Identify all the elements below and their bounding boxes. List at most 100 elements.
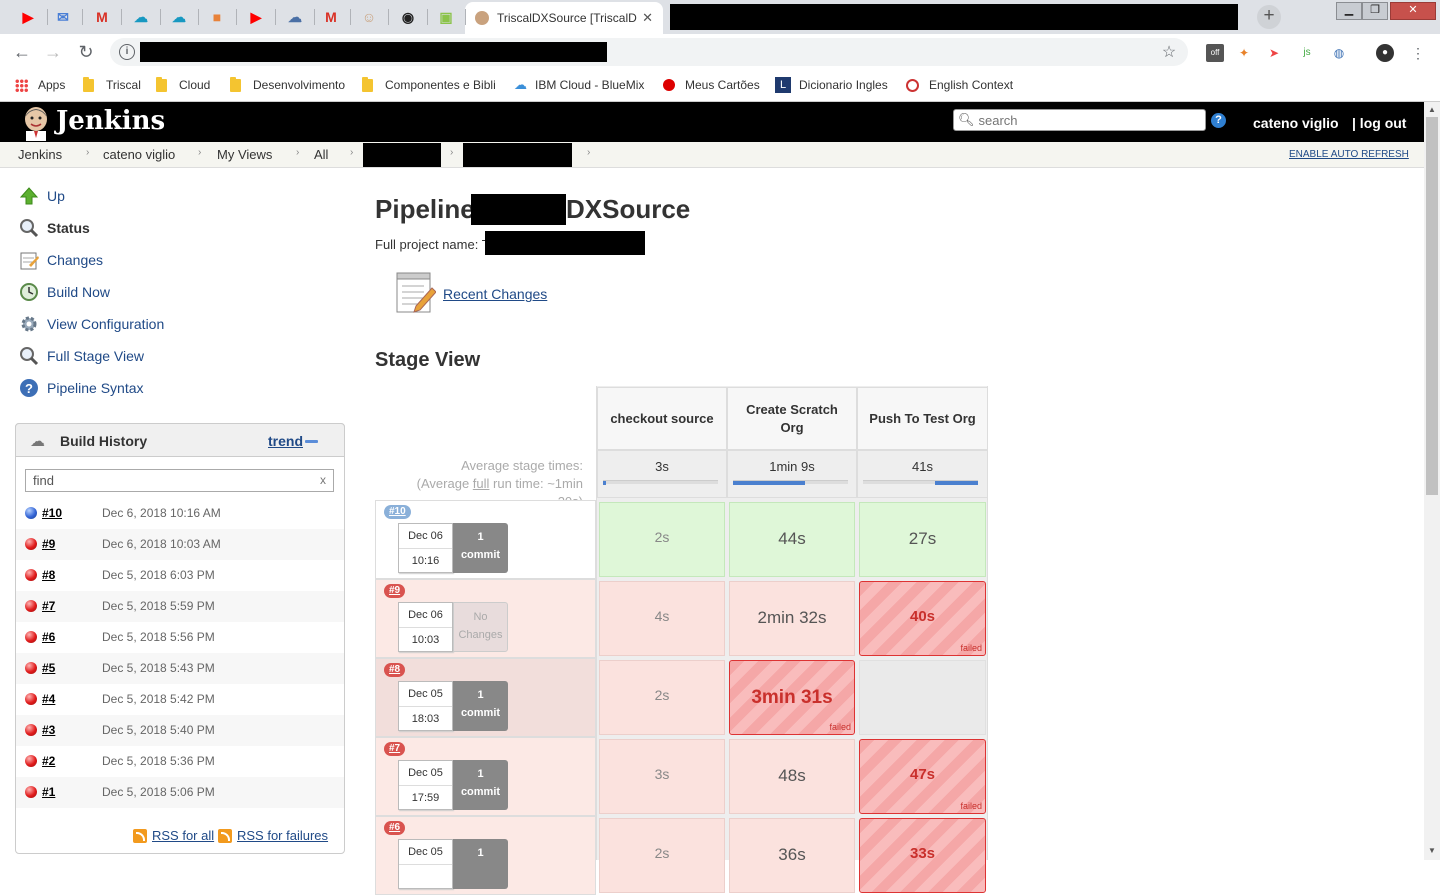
breadcrumb-my-views[interactable]: My Views [217,147,272,162]
build-badge-link[interactable]: #7 [384,742,406,756]
task-build-now[interactable]: Build Now [18,280,110,304]
build-date[interactable]: Dec 5, 2018 5:40 PM [102,723,215,737]
run-row[interactable]: #6 Dec 05 1 [375,816,596,895]
build-badge-link[interactable]: #10 [384,505,411,519]
stage-cell[interactable]: 44s [729,502,855,577]
globe-icon[interactable]: ◍ [1330,44,1348,62]
metamask-icon[interactable]: ✦ [1235,44,1253,62]
build-date[interactable]: Dec 5, 2018 5:56 PM [102,630,215,644]
build-badge-link[interactable]: #6 [384,821,406,835]
stage-cell[interactable]: 2s [599,502,725,577]
rss-all-link[interactable]: RSS for all [133,828,214,843]
run-row[interactable]: #8 Dec 05 18:03 1 commit [375,658,596,737]
bookmark-triscal[interactable]: Triscal [83,76,141,94]
build-number-link[interactable]: #9 [42,537,55,551]
pinned-tab[interactable]: ☁ [167,4,191,30]
pinned-tab[interactable]: M [90,4,114,30]
pinned-tab[interactable]: ▶ [244,4,268,30]
task-up[interactable]: Up [18,184,65,208]
logout-link[interactable]: | log out [1352,115,1406,131]
active-tab[interactable]: TriscalDXSource [TriscalD ✕ [465,2,663,34]
bookmark-apps[interactable]: Apps [15,76,65,94]
bookmark-componentes-e-bibli[interactable]: Componentes e Bibli [362,76,496,94]
bookmark-english-context[interactable]: English Context [906,76,1013,94]
help-icon[interactable]: ? [1211,113,1226,128]
task-status[interactable]: Status [18,216,90,240]
new-tab-button[interactable]: + [1257,5,1281,29]
run-changes[interactable]: 1 [453,839,508,889]
build-number-link[interactable]: #3 [42,723,55,737]
build-number-link[interactable]: #6 [42,630,55,644]
trend-link[interactable]: trend [268,433,303,449]
menu-dots-icon[interactable]: ⋮ [1409,44,1427,62]
search-box[interactable]: 🔍︎ [953,109,1206,131]
jenkins-brand[interactable]: Jenkins [56,106,165,136]
maximize-button[interactable]: ❐ [1362,2,1388,20]
build-date[interactable]: Dec 5, 2018 5:42 PM [102,692,215,706]
scroll-down-icon[interactable]: ▼ [1428,846,1436,855]
close-tab-icon[interactable]: ✕ [642,10,653,26]
build-date[interactable]: Dec 5, 2018 5:43 PM [102,661,215,675]
back-icon[interactable]: ← [12,42,32,63]
stage-cell[interactable]: 33s [859,818,986,893]
bookmark-dicionario-ingles[interactable]: L Dicionario Ingles [775,76,888,94]
stage-cell[interactable]: 4s [599,581,725,656]
stage-cell[interactable]: 48s [729,739,855,814]
stage-cell[interactable]: 2s [599,818,725,893]
build-number-link[interactable]: #2 [42,754,55,768]
jenkins-logo-icon[interactable] [20,105,52,141]
build-number-link[interactable]: #1 [42,785,55,799]
build-date[interactable]: Dec 5, 2018 6:03 PM [102,568,215,582]
stage-cell[interactable]: 36s [729,818,855,893]
stage-cell[interactable]: 2min 32s [729,581,855,656]
recent-changes-link[interactable]: Recent Changes [443,286,547,302]
pinned-tab[interactable]: M [319,4,343,30]
avg-full-link[interactable]: full [473,476,490,491]
bookmark-meus-cart-es[interactable]: Meus Cartões [663,76,760,94]
bookmark-ibm-cloud-bluemix[interactable]: ☁ IBM Cloud - BlueMix [514,76,644,94]
user-link[interactable]: cateno viglio [1253,115,1339,131]
scroll-up-icon[interactable]: ▲ [1428,105,1436,114]
run-row[interactable]: #7 Dec 05 17:59 1 commit [375,737,596,816]
minimize-button[interactable]: ▁ [1336,2,1362,20]
extension-off-icon[interactable]: off [1206,44,1224,62]
find-input[interactable]: find [25,469,334,492]
build-date[interactable]: Dec 6, 2018 10:16 AM [102,506,221,520]
bookmark-cloud[interactable]: Cloud [156,76,210,94]
search-input[interactable] [978,112,1199,128]
forward-icon[interactable]: → [43,42,63,63]
build-badge-link[interactable]: #8 [384,663,406,677]
run-row[interactable]: #10 Dec 06 10:16 1 commit [375,500,596,579]
breadcrumb-user[interactable]: cateno viglio [103,147,175,162]
task-changes[interactable]: Changes [18,248,103,272]
enable-auto-refresh-link[interactable]: ENABLE AUTO REFRESH [1289,149,1409,160]
pinned-tab[interactable]: ◉ [396,4,420,30]
build-badge-link[interactable]: #9 [384,584,406,598]
task-pipeline-syntax[interactable]: ? Pipeline Syntax [18,376,144,400]
site-info-icon[interactable]: i [119,44,135,60]
scrollbar-thumb[interactable] [1426,117,1438,495]
stage-cell[interactable]: 2s [599,660,725,735]
pinned-tab[interactable]: ■ [205,4,229,30]
pinned-tab[interactable]: ▣ [434,4,458,30]
pinned-tab[interactable]: ☁ [129,4,153,30]
bookmark-desenvolvimento[interactable]: Desenvolvimento [230,76,345,94]
stage-cell[interactable]: 3s [599,739,725,814]
run-changes[interactable]: 1 commit [453,760,508,810]
pinned-tab[interactable]: ☁ [283,4,307,30]
extension-arrow-icon[interactable]: ➤ [1265,44,1283,62]
run-changes[interactable]: 1 commit [453,681,508,731]
js-extension-icon[interactable]: js [1298,44,1316,62]
pinned-tab[interactable]: ☺ [357,4,381,30]
collapse-icon[interactable] [305,440,318,443]
build-date[interactable]: Dec 5, 2018 5:36 PM [102,754,215,768]
pinned-tab[interactable]: ✉ [51,4,75,30]
build-date[interactable]: Dec 6, 2018 10:03 AM [102,537,221,551]
close-window-button[interactable]: ✕ [1390,2,1436,20]
stage-cell[interactable]: 40s failed [859,581,986,656]
stage-cell[interactable]: 27s [859,502,986,577]
task-full-stage-view[interactable]: Full Stage View [18,344,144,368]
stage-cell[interactable]: 47s failed [859,739,986,814]
profile-avatar[interactable]: ● [1376,44,1394,62]
build-number-link[interactable]: #5 [42,661,55,675]
